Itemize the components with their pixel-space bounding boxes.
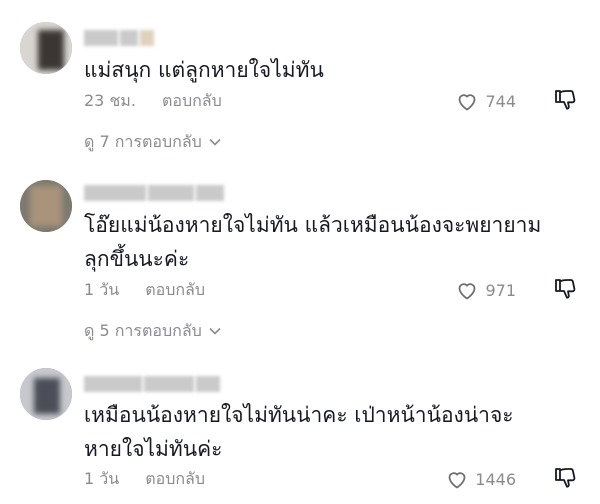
comment-meta: 1 วัน ตอบกลับ [84,468,205,490]
avatar[interactable] [20,368,72,420]
username-blurred[interactable] [84,374,220,394]
view-replies-toggle[interactable]: ดู 5 การตอบกลับ [84,320,222,342]
reply-button[interactable]: ตอบกลับ [145,467,205,492]
comment-text: เหมือนน้องหายใจไม่ทันน่าคะ เป่าหน้าน้องน… [84,403,514,461]
comment-time: 1 วัน [84,468,120,488]
view-replies-label: ดู 7 การตอบกลับ [84,131,202,151]
heart-outline-icon [459,283,476,300]
comment-text: แม่สนุก แต่ลูกหายใจไม่ทัน [84,58,324,82]
avatar[interactable] [20,180,72,232]
comment-time: 1 วัน [84,279,120,299]
view-replies-toggle[interactable]: ดู 7 การตอบกลับ [84,131,222,153]
thumbs-down-icon [555,279,576,299]
heart-outline-icon [459,94,476,111]
like-button[interactable]: 744 [455,88,516,114]
reply-button[interactable]: ตอบกลับ [162,89,222,114]
like-count: 1446 [475,469,516,489]
thumbs-down-icon [555,468,576,488]
view-replies-label: ดู 5 การตอบกลับ [84,320,202,340]
heart-outline-icon [448,472,466,489]
reply-button[interactable]: ตอบกลับ [145,278,205,303]
username-blurred[interactable] [84,28,154,48]
username-blurred[interactable] [84,183,224,203]
avatar[interactable] [20,22,72,74]
comment-meta: 1 วัน ตอบกลับ [84,279,205,301]
chevron-down-icon [209,138,221,146]
avatar-figure [38,30,64,70]
like-button[interactable]: 971 [455,277,516,303]
dislike-button[interactable] [552,276,578,302]
thumbs-down-icon [555,90,576,110]
comment-meta: 23 ชม. ตอบกลับ [84,90,222,112]
comment-text: โอ๊ยแม่น้องหายใจไม่ทัน แล้วเหมือนน้องจะพ… [84,213,542,271]
like-button[interactable]: 1446 [445,466,516,492]
dislike-button[interactable] [552,465,578,491]
comment-time: 23 ชม. [84,90,136,110]
like-count: 744 [485,91,516,111]
dislike-button[interactable] [552,87,578,113]
chevron-down-icon [209,327,221,335]
avatar-figure [34,378,60,414]
like-count: 971 [485,280,516,300]
avatar-figure [30,186,62,226]
